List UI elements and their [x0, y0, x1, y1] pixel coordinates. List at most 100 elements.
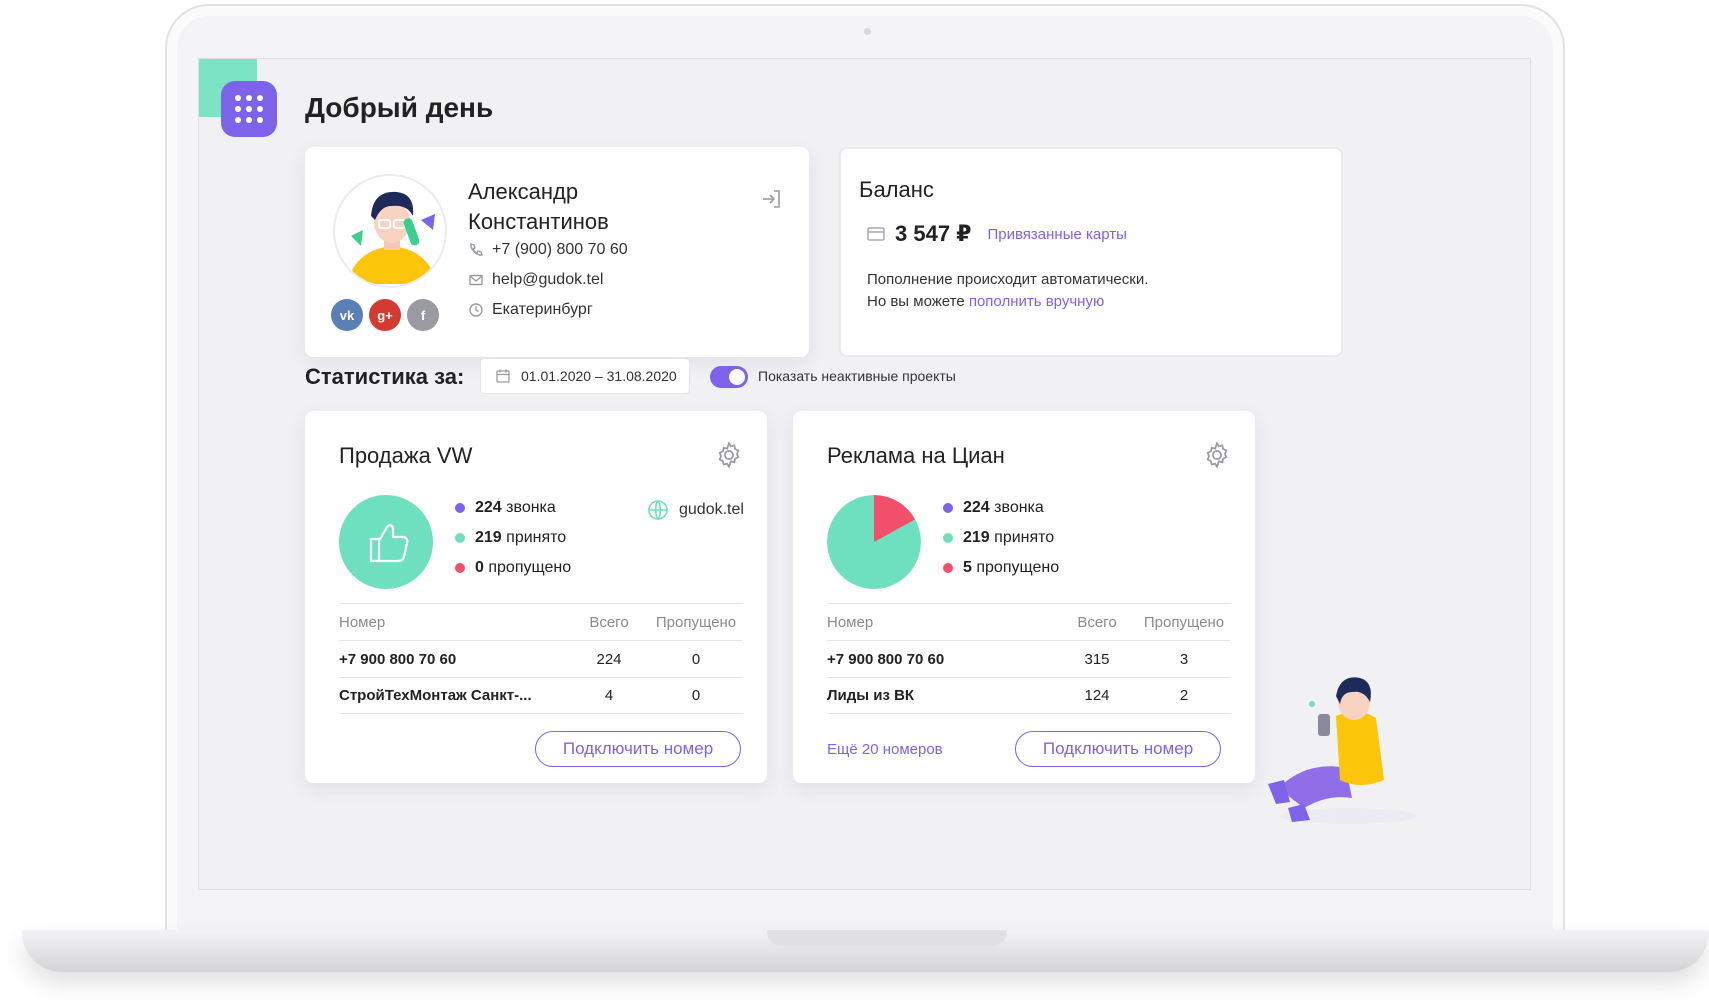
topup-manually-link[interactable]: пополнить вручную	[969, 293, 1104, 310]
missed-text: пропущено	[976, 559, 1060, 576]
user-first-name: Александр	[468, 179, 579, 204]
calendar-icon	[496, 369, 510, 383]
logout-icon[interactable]	[760, 187, 784, 211]
city-row: Екатеринбург	[468, 301, 593, 319]
col-total: Всего	[1077, 613, 1117, 631]
cell-missed: 2	[1179, 687, 1189, 704]
balance-info-prefix: Но вы можете	[867, 293, 969, 310]
cell-number: +7 900 800 70 60	[339, 650, 457, 668]
card-icon	[867, 227, 885, 241]
clock-icon	[469, 303, 483, 317]
page-title: Добрый день	[305, 92, 494, 123]
connect-number-button[interactable]: Подключить номер	[535, 731, 741, 767]
table-row[interactable]: СтройТехМонтаж Санкт-... 4 0	[339, 677, 743, 714]
laptop-notch	[767, 930, 1007, 946]
table-row[interactable]: Лиды из ВК 124 2	[827, 677, 1231, 714]
legend-missed: 5 пропущено	[943, 559, 1059, 577]
email-text: help@gudok.tel	[492, 271, 604, 288]
cell-missed: 3	[1179, 650, 1189, 668]
cell-number: СтройТехМонтаж Санкт-...	[339, 687, 532, 704]
avatar	[333, 174, 447, 288]
phone-text: +7 (900) 800 70 60	[492, 241, 628, 258]
numbers-table: Номер Всего Пропущено +7 900 800 70 60 2…	[339, 603, 743, 714]
col-missed: Пропущено	[1143, 613, 1225, 631]
balance-amount: 3 547 ₽	[895, 221, 972, 246]
missed-text: пропущено	[488, 559, 572, 576]
table-row[interactable]: +7 900 800 70 60 315 3	[827, 640, 1231, 677]
balance-info-line1: Пополнение происходит автоматически.	[867, 271, 1149, 288]
toggle-label: Показать неактивные проекты	[758, 368, 956, 384]
legend-missed: 0 пропущено	[455, 559, 571, 577]
connect-number-button[interactable]: Подключить номер	[1015, 731, 1221, 767]
camera-dot	[864, 28, 871, 35]
accepted-text: принято	[506, 529, 567, 546]
balance-info: Пополнение происходит автоматически. Но …	[867, 269, 1148, 313]
email-row: help@gudok.tel	[468, 271, 603, 289]
cell-total: 4	[604, 687, 614, 704]
col-number: Номер	[339, 613, 386, 631]
col-missed: Пропущено	[655, 613, 737, 631]
cell-total: 315	[1084, 650, 1110, 668]
phone-icon	[470, 243, 483, 256]
numbers-table: Номер Всего Пропущено +7 900 800 70 60 3…	[827, 603, 1231, 714]
person-illustration	[1268, 677, 1416, 824]
accepted-text: принято	[994, 529, 1055, 546]
gear-icon[interactable]	[715, 441, 743, 469]
project-title: Продажа VW	[339, 443, 473, 468]
google-plus-icon[interactable]: g+	[369, 299, 401, 331]
calls-pie-chart	[827, 495, 921, 589]
profile-card: vk g+ f Александр Константинов +7 (900) …	[305, 147, 809, 357]
accepted-count: 219	[963, 529, 990, 546]
phone-row: +7 (900) 800 70 60	[468, 241, 628, 259]
thumbs-up-icon	[369, 524, 409, 563]
project-card: Продажа VW 224 звонка 219 принято 0 проп…	[305, 411, 767, 783]
cell-number: Лиды из ВК	[827, 687, 915, 704]
date-range-text: 01.01.2020 – 31.08.2020	[521, 368, 677, 384]
city-text: Екатеринбург	[492, 301, 593, 318]
laptop-mockup: Добрый день vk g+ f Александр Константин…	[0, 0, 1709, 1000]
missed-count: 0	[475, 559, 484, 576]
linked-cards-link[interactable]: Привязанные карты	[987, 226, 1126, 243]
stats-label: Статистика за:	[305, 364, 465, 389]
accepted-dot	[455, 533, 465, 543]
user-last-name: Константинов	[468, 209, 609, 234]
missed-count: 5	[963, 559, 972, 576]
calls-count: 224	[475, 499, 502, 516]
legend-accepted: 219 принято	[943, 529, 1054, 547]
inactive-projects-toggle[interactable]	[710, 366, 748, 388]
calls-dot	[455, 503, 465, 513]
vk-icon[interactable]: vk	[331, 299, 363, 331]
accepted-count: 219	[475, 529, 502, 546]
balance-card: Баланс 3 547 ₽ Привязанные карты Пополне…	[839, 147, 1343, 357]
facebook-icon[interactable]: f	[407, 299, 439, 331]
site-link[interactable]: gudok.tel	[647, 499, 744, 521]
balance-amount-row: 3 547 ₽ Привязанные карты	[867, 221, 1127, 247]
table-header: Номер Всего Пропущено	[827, 603, 1231, 640]
app-menu-button[interactable]	[221, 81, 277, 137]
project-title: Реклама на Циан	[827, 443, 1005, 468]
balance-title: Баланс	[859, 177, 934, 202]
globe-icon	[648, 500, 668, 520]
cell-missed: 0	[691, 650, 701, 668]
calls-count: 224	[963, 499, 990, 516]
calls-dot	[943, 503, 953, 513]
cell-number: +7 900 800 70 60	[827, 650, 945, 668]
balance-info-line2: Но вы можете пополнить вручную	[867, 291, 1148, 313]
calls-text: звонка	[994, 499, 1044, 516]
col-total: Всего	[589, 613, 629, 631]
more-numbers-link[interactable]: Ещё 20 номеров	[827, 741, 943, 758]
table-header: Номер Всего Пропущено	[339, 603, 743, 640]
accepted-dot	[943, 533, 953, 543]
date-range-picker[interactable]: 01.01.2020 – 31.08.2020	[480, 358, 690, 394]
table-row[interactable]: +7 900 800 70 60 224 0	[339, 640, 743, 677]
gear-icon[interactable]	[1203, 441, 1231, 469]
calls-text: звонка	[506, 499, 556, 516]
legend-calls: 224 звонка	[943, 499, 1044, 517]
stats-circle	[339, 495, 433, 589]
cell-total: 224	[596, 650, 622, 668]
project-card: Реклама на Циан 224 звонка 219 принято 5…	[793, 411, 1255, 783]
legend-calls: 224 звонка	[455, 499, 556, 517]
cell-total: 124	[1084, 687, 1110, 704]
user-name: Александр Константинов	[468, 177, 609, 237]
mail-icon	[469, 274, 483, 286]
